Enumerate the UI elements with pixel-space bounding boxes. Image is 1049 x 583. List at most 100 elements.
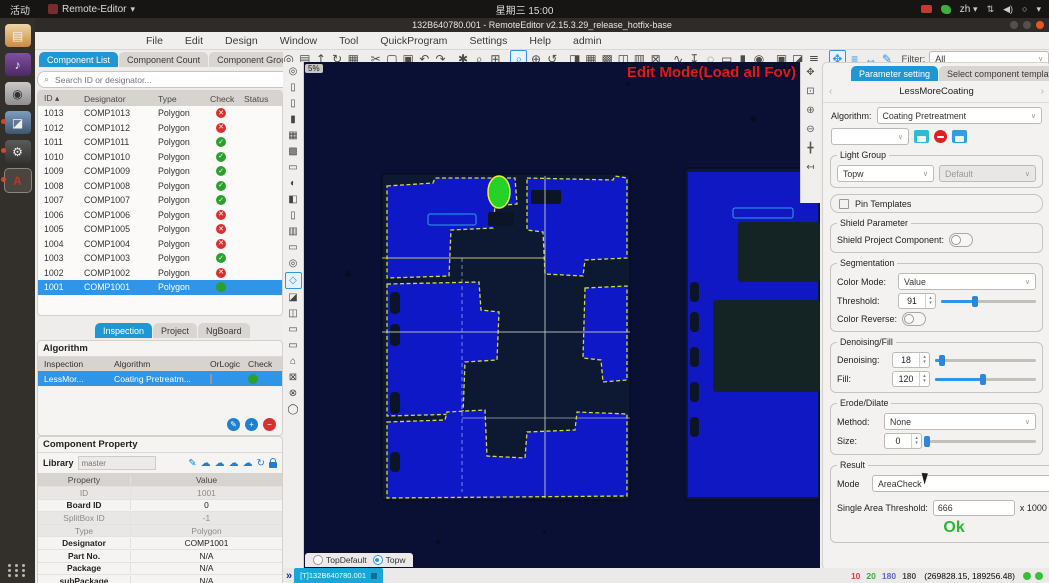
dock-item-media-player[interactable]: ♪: [5, 53, 31, 76]
power-icon[interactable]: ○: [1022, 4, 1027, 14]
volume-icon[interactable]: ◀): [1003, 4, 1013, 15]
rect-split-icon[interactable]: ◫: [286, 306, 301, 321]
save-as-preset-icon[interactable]: [952, 130, 967, 143]
menu-window[interactable]: Window: [269, 35, 328, 47]
menu-tool[interactable]: Tool: [328, 35, 369, 47]
pan-back-icon[interactable]: ↤: [803, 160, 818, 175]
expand-chevrons-icon[interactable]: »: [283, 570, 294, 582]
table-row[interactable]: 1002COMP1002Polygon✕N/A: [38, 266, 282, 281]
network-icon[interactable]: ⇅: [987, 4, 995, 15]
doc-tab-close-icon[interactable]: [371, 573, 377, 579]
rect-diagonal-icon[interactable]: ◪: [286, 290, 301, 305]
zoom-out-icon[interactable]: ⊖: [803, 122, 818, 137]
column-header-id[interactable]: ID ▴: [38, 93, 78, 104]
delete-preset-icon[interactable]: [934, 130, 947, 143]
maximize-button[interactable]: [1023, 21, 1031, 29]
property-row[interactable]: Board ID0: [38, 499, 282, 512]
ring-circle-icon[interactable]: ◎: [286, 256, 301, 271]
dock-item-remote-editor[interactable]: A: [5, 169, 31, 192]
table-row[interactable]: 1001COMP1001PolygonN/A: [38, 280, 282, 295]
algorithm-row[interactable]: LessMor...Coating Pretreatm...: [38, 371, 282, 386]
column-header-type[interactable]: Type: [152, 94, 204, 104]
single-area-threshold-input[interactable]: [933, 500, 1015, 516]
algorithm-select[interactable]: Coating Pretreatment∨: [877, 107, 1042, 124]
led-round-icon[interactable]: ◐: [286, 176, 301, 191]
circle-x-icon[interactable]: ⊗: [286, 386, 301, 401]
property-row[interactable]: ID1001: [38, 486, 282, 499]
polygon-tool-icon[interactable]: ◇: [285, 272, 302, 289]
table-row[interactable]: 1005COMP1005Polygon✕N/A: [38, 222, 282, 237]
search-input[interactable]: [53, 74, 283, 86]
mode-select[interactable]: AreaCheck∨: [872, 475, 1049, 492]
save-preset-icon[interactable]: [914, 130, 929, 143]
template-next-icon[interactable]: ›: [1041, 86, 1044, 97]
edit-algorithm-button[interactable]: ✎: [227, 418, 240, 431]
table-row[interactable]: 1006COMP1006Polygon✕N/A: [38, 208, 282, 223]
rect-outline-icon[interactable]: ▭: [286, 160, 301, 175]
table-row[interactable]: 1003COMP1003Polygon✓N/A: [38, 251, 282, 266]
fill-slider[interactable]: [935, 373, 1036, 385]
color-reverse-toggle[interactable]: [902, 312, 926, 326]
lock-icon[interactable]: [269, 462, 277, 468]
dock-item-photo-viewer[interactable]: ◪: [5, 111, 31, 134]
pad-dot-icon[interactable]: ▯: [286, 96, 301, 111]
dock-item-tools[interactable]: ⚙: [5, 140, 31, 163]
orlogic-checkbox[interactable]: [210, 374, 212, 384]
connector-tool-icon[interactable]: ▥: [286, 224, 301, 239]
table-row[interactable]: 1012COMP1012Polygon✕N/A: [38, 121, 282, 136]
threshold-spinner[interactable]: 91 ▴▾: [898, 293, 936, 309]
tab-ngboard[interactable]: NgBoard: [198, 323, 250, 338]
property-row[interactable]: subPackageN/A: [38, 574, 282, 583]
menu-settings[interactable]: Settings: [458, 35, 518, 47]
label-rect-icon[interactable]: ▭: [286, 240, 301, 255]
menu-design[interactable]: Design: [214, 35, 269, 47]
pin-templates-checkbox[interactable]: [839, 199, 849, 209]
table-row[interactable]: 1009COMP1009Polygon✓N/A: [38, 164, 282, 179]
tab-component-list[interactable]: Component List: [39, 52, 118, 67]
chip-ic-icon[interactable]: ▩: [286, 144, 301, 159]
ellipse-tool-icon[interactable]: ◯: [286, 402, 301, 417]
rect-side-icon[interactable]: ◧: [286, 192, 301, 207]
table-row[interactable]: 1013COMP1013Polygon✕N/A: [38, 106, 282, 121]
rect-dashed-icon[interactable]: ▯: [286, 208, 301, 223]
denoising-slider[interactable]: [935, 354, 1036, 366]
layer-radio-topdefault[interactable]: TopDefault: [313, 555, 367, 565]
property-row[interactable]: DesignatorCOMP1001: [38, 536, 282, 549]
grid-locate-icon[interactable]: ╋: [803, 141, 818, 156]
denoising-spinner[interactable]: 18 ▴▾: [892, 352, 930, 368]
menu-admin[interactable]: admin: [562, 35, 613, 47]
dock-item-files[interactable]: ▤: [5, 24, 31, 47]
threshold-slider[interactable]: [941, 295, 1036, 307]
crosshair-tool-icon[interactable]: ◎: [286, 64, 301, 79]
minimize-button[interactable]: [1010, 21, 1018, 29]
library-input[interactable]: [78, 456, 156, 470]
tab-select-component-template[interactable]: Select component template: [939, 66, 1049, 81]
rect-x-icon[interactable]: ⊠: [286, 370, 301, 385]
cloud-download-icon[interactable]: ☁: [229, 458, 239, 469]
system-caret-icon[interactable]: ▾: [1036, 4, 1041, 15]
tab-project[interactable]: Project: [153, 323, 197, 338]
cloud-upload-icon[interactable]: ☁: [201, 458, 211, 469]
chip-2pin-icon[interactable]: ▦: [286, 128, 301, 143]
rect-wide-icon[interactable]: ▭: [286, 338, 301, 353]
property-row[interactable]: SplitBox ID-1: [38, 511, 282, 524]
light-group-select[interactable]: Topw∨: [837, 165, 934, 182]
property-row[interactable]: TypePolygon: [38, 524, 282, 537]
tab-inspection[interactable]: Inspection: [95, 323, 152, 338]
component-search[interactable]: ⌕: [37, 71, 283, 88]
menu-quickprogram[interactable]: QuickProgram: [369, 35, 458, 47]
table-row[interactable]: 1011COMP1011Polygon✓N/A: [38, 135, 282, 150]
app-grid-button[interactable]: [8, 564, 27, 577]
menu-file[interactable]: File: [135, 35, 174, 47]
language-indicator[interactable]: zh ▾: [960, 4, 978, 15]
shield-toggle[interactable]: [949, 233, 973, 247]
remove-algorithm-button[interactable]: −: [263, 418, 276, 431]
layer-radio-topw[interactable]: Topw: [373, 555, 406, 565]
close-button[interactable]: [1036, 21, 1044, 29]
tab-component-count[interactable]: Component Count: [119, 52, 208, 67]
add-algorithm-button[interactable]: +: [245, 418, 258, 431]
cloud-sync-icon[interactable]: ☁: [243, 458, 253, 469]
color-mode-select[interactable]: Value∨: [898, 273, 1036, 290]
screen-record-icon[interactable]: [921, 5, 932, 13]
refresh-library-icon[interactable]: ↻: [257, 458, 265, 469]
